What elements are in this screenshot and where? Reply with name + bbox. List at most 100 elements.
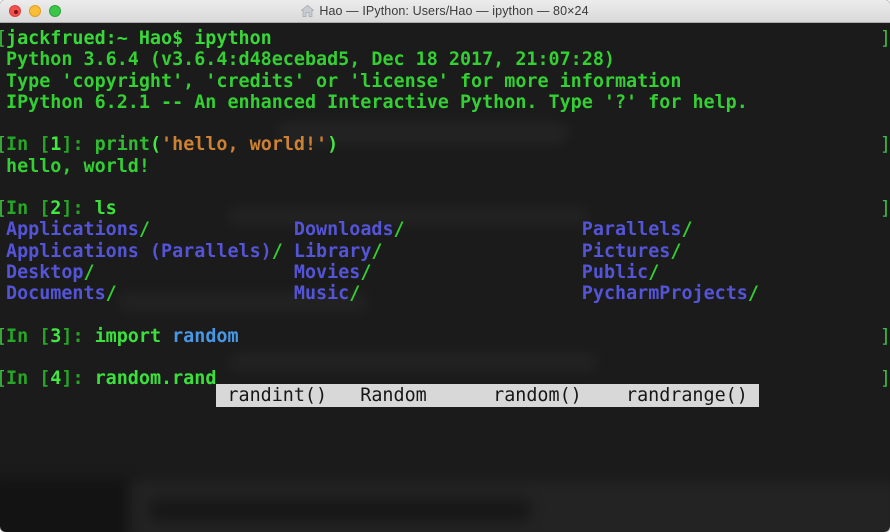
output-text: Type 'copyright', 'credits' or 'license'… bbox=[6, 71, 681, 92]
in-prompt: In [ bbox=[6, 198, 50, 219]
output-text: IPython 6.2.1 -- An enhanced Interactive… bbox=[6, 92, 748, 113]
terminal-line-completion: randint()Randomrandom()randrange() bbox=[6, 389, 890, 410]
directory-slash: / bbox=[681, 219, 692, 240]
home-folder-icon bbox=[301, 5, 314, 17]
window-title-group: Hao — IPython: Users/Hao — ipython — 80×… bbox=[301, 4, 588, 18]
minimize-button[interactable] bbox=[29, 5, 41, 17]
directory-slash: / bbox=[139, 219, 150, 240]
terminal-line-in3: [In [3]: import random] bbox=[6, 326, 890, 347]
terminal-mark-right: ] bbox=[880, 326, 890, 347]
in-prompt: ]: bbox=[61, 134, 94, 155]
window-titlebar[interactable]: Hao — IPython: Users/Hao — ipython — 80×… bbox=[0, 0, 890, 23]
in-prompt: In [ bbox=[6, 326, 50, 347]
terminal-line-blank bbox=[6, 347, 890, 368]
directory-slash: / bbox=[748, 283, 759, 304]
print-function: print bbox=[95, 134, 150, 155]
directory-name: Downloads bbox=[294, 219, 394, 240]
terminal-line-python-version: Python 3.6.4 (v3.6.4:d48ecebad5, Dec 18 … bbox=[6, 49, 890, 70]
directory-slash: / bbox=[394, 219, 405, 240]
terminal-line-ls-row: Documents/ Music/ PycharmProjects/ bbox=[6, 283, 890, 304]
directory-slash: / bbox=[360, 262, 371, 283]
terminal-screen[interactable]: [jackfrued:~ Hao$ ipython] Python 3.6.4 … bbox=[0, 23, 890, 532]
background-bleed bbox=[0, 478, 128, 532]
output-text: Python 3.6.4 (v3.6.4:d48ecebad5, Dec 18 … bbox=[6, 49, 615, 70]
completion-item-randint[interactable]: randint() bbox=[227, 384, 360, 407]
background-bleed bbox=[128, 481, 890, 532]
close-paren: ) bbox=[327, 134, 338, 155]
terminal-line-in1: [In [1]: print('hello, world!')] bbox=[6, 134, 890, 155]
directory-name: Parallels bbox=[582, 219, 682, 240]
spacer bbox=[371, 262, 581, 283]
spacer bbox=[405, 219, 582, 240]
spacer bbox=[283, 241, 294, 262]
spacer bbox=[95, 262, 294, 283]
close-button[interactable] bbox=[9, 5, 21, 17]
spacer bbox=[117, 283, 294, 304]
in-prompt: ]: bbox=[61, 326, 94, 347]
import-keyword: import bbox=[95, 326, 173, 347]
terminal-mark-left: [ bbox=[0, 28, 7, 49]
in-prompt-number: 3 bbox=[50, 326, 61, 347]
spacer bbox=[150, 219, 294, 240]
directory-name: Music bbox=[294, 283, 349, 304]
in-prompt: In [ bbox=[6, 134, 50, 155]
directory-slash: / bbox=[371, 241, 382, 262]
directory-slash: / bbox=[84, 262, 95, 283]
in-prompt: ]: bbox=[61, 368, 94, 389]
terminal-mark-left: [ bbox=[0, 368, 7, 389]
shell-prompt-command: jackfrued:~ Hao$ ipython bbox=[6, 28, 272, 49]
autocomplete-menu: randint()Randomrandom()randrange() bbox=[216, 384, 758, 407]
terminal-line-blank bbox=[6, 304, 890, 325]
window-title: Hao — IPython: Users/Hao — ipython — 80×… bbox=[319, 4, 588, 18]
directory-name: Public bbox=[582, 262, 648, 283]
spacer bbox=[360, 283, 581, 304]
spacer bbox=[382, 241, 581, 262]
terminal-line-ls-row: Applications/ Downloads/ Parallels/ bbox=[6, 219, 890, 240]
directory-slash: / bbox=[648, 262, 659, 283]
open-paren: ( bbox=[150, 134, 161, 155]
terminal-line-in2: [In [2]: ls] bbox=[6, 198, 890, 219]
traffic-lights bbox=[9, 0, 61, 22]
directory-name: Documents bbox=[6, 283, 106, 304]
in-prompt: ]: bbox=[61, 198, 94, 219]
zoom-button[interactable] bbox=[49, 5, 61, 17]
directory-slash: / bbox=[272, 241, 283, 262]
typed-input: random.rand bbox=[95, 368, 217, 389]
directory-slash: / bbox=[670, 241, 681, 262]
completion-item-random-func[interactable]: random() bbox=[493, 384, 626, 407]
output-text: hello, world! bbox=[6, 156, 150, 177]
terminal-line-ls-row: Applications (Parallels)/ Library/ Pictu… bbox=[6, 241, 890, 262]
string-literal: 'hello, world!' bbox=[161, 134, 327, 155]
terminal-window: Hao — IPython: Users/Hao — ipython — 80×… bbox=[0, 0, 890, 532]
completion-item-random-class[interactable]: Random bbox=[360, 384, 493, 407]
directory-name: Pictures bbox=[582, 241, 671, 262]
background-bleed bbox=[150, 499, 530, 521]
ls-command: ls bbox=[95, 198, 117, 219]
directory-name: Movies bbox=[294, 262, 360, 283]
terminal-mark-right: ] bbox=[880, 368, 890, 389]
terminal-line-shell-prompt: [jackfrued:~ Hao$ ipython] bbox=[6, 28, 890, 49]
terminal-line-blank bbox=[6, 113, 890, 134]
terminal-line-ipython-banner: IPython 6.2.1 -- An enhanced Interactive… bbox=[6, 92, 890, 113]
directory-name: Applications (Parallels) bbox=[6, 241, 272, 262]
completion-item-randrange[interactable]: randrange() bbox=[626, 384, 748, 407]
directory-name: Library bbox=[294, 241, 372, 262]
terminal-mark-left: [ bbox=[0, 134, 7, 155]
terminal-line-hello-output: hello, world! bbox=[6, 156, 890, 177]
terminal-mark-right: ] bbox=[880, 28, 890, 49]
directory-name: PycharmProjects bbox=[582, 283, 748, 304]
in-prompt: In [ bbox=[6, 368, 50, 389]
directory-slash: / bbox=[349, 283, 360, 304]
terminal-mark-left: [ bbox=[0, 326, 7, 347]
terminal-mark-left: [ bbox=[0, 198, 7, 219]
terminal-mark-right: ] bbox=[880, 198, 890, 219]
directory-slash: / bbox=[106, 283, 117, 304]
terminal-line-copyright: Type 'copyright', 'credits' or 'license'… bbox=[6, 71, 890, 92]
terminal-mark-right: ] bbox=[880, 134, 890, 155]
directory-name: Desktop bbox=[6, 262, 84, 283]
terminal-line-ls-row: Desktop/ Movies/ Public/ bbox=[6, 262, 890, 283]
in-prompt-number: 4 bbox=[50, 368, 61, 389]
in-prompt-number: 2 bbox=[50, 198, 61, 219]
terminal-line-blank bbox=[6, 177, 890, 198]
module-name: random bbox=[172, 326, 238, 347]
